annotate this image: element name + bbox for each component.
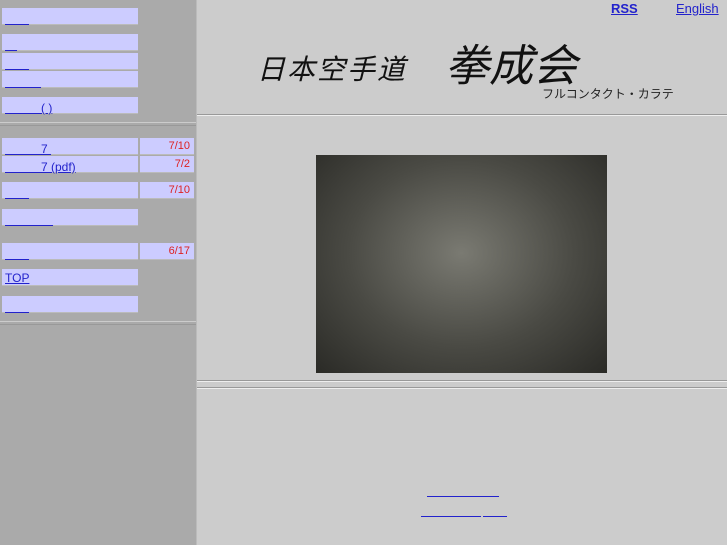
divider	[197, 114, 727, 116]
nav-link[interactable]	[5, 298, 29, 315]
rss-link[interactable]: RSS	[611, 1, 638, 16]
nav-link[interactable]	[5, 184, 29, 201]
update-date: 6/17	[140, 243, 194, 260]
sidebar: ( ) 7 7/10 7 (pdf) 7/2 7/10 6/17 TOP	[0, 0, 197, 545]
karate-photo	[316, 155, 607, 373]
nav-link[interactable]: 7 (pdf)	[5, 158, 76, 175]
nav-link[interactable]	[5, 73, 41, 90]
nav-link[interactable]	[5, 211, 53, 228]
divider	[0, 321, 196, 325]
nav-link[interactable]: ( )	[5, 99, 52, 116]
footer-link[interactable]	[427, 482, 499, 499]
divider	[197, 387, 727, 389]
footer-link[interactable]	[421, 502, 481, 519]
main-content: RSS English 日本空手道 拳成会 フルコンタクト・カラテ	[197, 0, 727, 545]
nav-link[interactable]: 7	[5, 140, 51, 157]
subtitle: フルコンタクト・カラテ	[542, 87, 674, 101]
update-date: 7/2	[140, 156, 194, 173]
nav-link[interactable]	[5, 245, 29, 262]
update-date: 7/10	[140, 138, 194, 155]
divider	[0, 122, 196, 126]
nav-link[interactable]	[5, 36, 17, 53]
nav-link[interactable]	[5, 55, 29, 72]
nav-link[interactable]	[5, 10, 29, 27]
top-link[interactable]: TOP	[5, 271, 29, 285]
footer-link[interactable]	[483, 502, 507, 519]
logo-text-small: 日本空手道	[257, 53, 408, 86]
divider	[197, 380, 727, 382]
english-link[interactable]: English	[676, 1, 719, 16]
update-date: 7/10	[140, 182, 194, 199]
